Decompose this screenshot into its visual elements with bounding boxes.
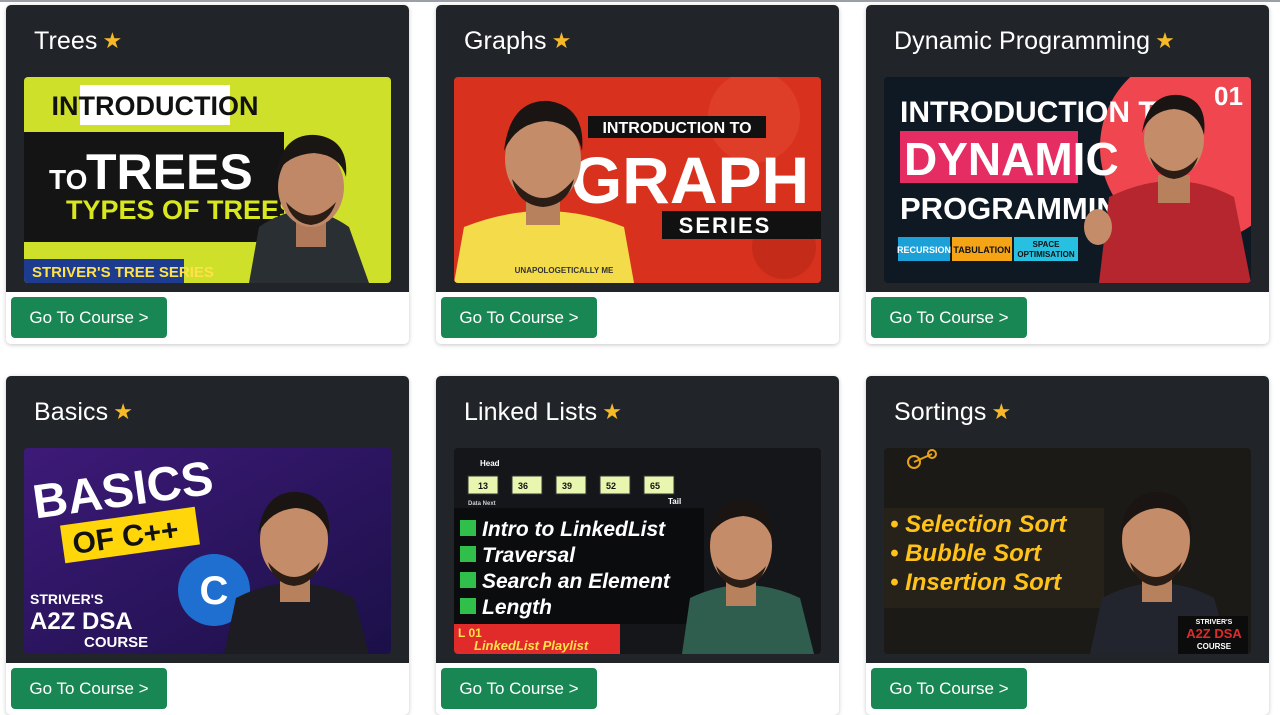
- card-title-text: Graphs: [464, 26, 547, 55]
- thumb-brand1: STRIVER'S: [30, 591, 103, 607]
- thumb-brand2: A2Z DSA: [30, 608, 133, 635]
- course-card-graphs: Graphs ★ INTRODUCTION TO GRAPH SERIES UN…: [436, 5, 839, 344]
- svg-text:65: 65: [650, 481, 660, 491]
- svg-text:Intro to LinkedList: Intro to LinkedList: [482, 518, 666, 541]
- card-footer: Go To Course >: [866, 663, 1269, 715]
- course-thumbnail[interactable]: INTRODUCTION TO TREES TYPES OF TREES STR…: [24, 77, 391, 283]
- card-header: Basics ★ BASICS OF C++ C STRIVER'S A2Z D…: [6, 376, 409, 663]
- card-title-text: Sortings: [894, 397, 987, 426]
- go-to-course-button[interactable]: Go To Course >: [871, 297, 1027, 338]
- course-thumbnail[interactable]: • Selection Sort • Bubble Sort • Inserti…: [884, 448, 1251, 654]
- svg-text:• Bubble Sort: • Bubble Sort: [890, 540, 1042, 567]
- thumb-tag-4: OPTIMISATION: [1017, 250, 1074, 259]
- star-icon: ★: [102, 28, 123, 53]
- card-footer: Go To Course >: [6, 663, 409, 715]
- card-title: Linked Lists ★: [436, 376, 839, 448]
- thumb-line1: INTRODUCTION: [52, 91, 259, 121]
- card-title: Trees ★: [6, 5, 409, 77]
- card-footer: Go To Course >: [436, 292, 839, 344]
- thumb-brand3: COURSE: [1197, 642, 1232, 651]
- course-thumbnail[interactable]: BASICS OF C++ C STRIVER'S A2Z DSA COURSE: [24, 448, 391, 654]
- thumb-brand3: COURSE: [84, 634, 148, 651]
- star-icon: ★: [113, 399, 134, 424]
- course-thumbnail[interactable]: Head 13 36 39 52 65 Data Next Tail Intro…: [454, 448, 821, 654]
- svg-text:Search an Element: Search an Element: [482, 570, 671, 593]
- card-footer: Go To Course >: [6, 292, 409, 344]
- star-icon: ★: [991, 399, 1012, 424]
- card-title: Basics ★: [6, 376, 409, 448]
- thumb-node-caption: Data Next: [468, 501, 496, 507]
- card-title: Graphs ★: [436, 5, 839, 77]
- thumb-brand1: STRIVER'S: [1196, 619, 1233, 626]
- card-header: Dynamic Programming ★ INTRODUCTION TO DY…: [866, 5, 1269, 292]
- card-title: Sortings ★: [866, 376, 1269, 448]
- thumb-episode: 01: [1214, 81, 1243, 111]
- thumb-line1: INTRODUCTION TO: [900, 96, 1179, 129]
- star-icon: ★: [602, 399, 623, 424]
- star-icon: ★: [551, 28, 572, 53]
- card-title-text: Trees: [34, 26, 98, 55]
- svg-text:36: 36: [518, 481, 528, 491]
- course-card-dynamic-programming: Dynamic Programming ★ INTRODUCTION TO DY…: [866, 5, 1269, 344]
- thumb-line2a: TO: [49, 164, 87, 195]
- svg-text:Traversal: Traversal: [482, 544, 576, 567]
- card-header: Trees ★ INTRODUCTION TO TREES TYPES OF T…: [6, 5, 409, 292]
- go-to-course-button[interactable]: Go To Course >: [871, 668, 1027, 709]
- course-card-basics: Basics ★ BASICS OF C++ C STRIVER'S A2Z D…: [6, 376, 409, 715]
- card-title-text: Linked Lists: [464, 397, 598, 426]
- top-divider: [0, 0, 1280, 2]
- thumb-tail: Tail: [668, 497, 681, 506]
- course-card-trees: Trees ★ INTRODUCTION TO TREES TYPES OF T…: [6, 5, 409, 344]
- course-thumbnail[interactable]: INTRODUCTION TO DYNAMIC PROGRAMMING 01 R…: [884, 77, 1251, 283]
- thumb-line2b: TREES: [86, 144, 253, 200]
- card-header: Linked Lists ★ Head 13 36 39 52 65 Data …: [436, 376, 839, 663]
- thumb-line2: GRAPH: [571, 143, 809, 217]
- card-header: Graphs ★ INTRODUCTION TO GRAPH SERIES UN…: [436, 5, 839, 292]
- thumb-head: Head: [480, 459, 500, 468]
- thumb-tag-3: SPACE: [1033, 240, 1061, 249]
- card-footer: Go To Course >: [866, 292, 1269, 344]
- card-footer: Go To Course >: [436, 663, 839, 715]
- go-to-course-button[interactable]: Go To Course >: [441, 297, 597, 338]
- course-card-sortings: Sortings ★ • Selection Sort • Bubble Sor…: [866, 376, 1269, 715]
- card-title-text: Dynamic Programming: [894, 26, 1151, 55]
- svg-text:13: 13: [478, 481, 488, 491]
- go-to-course-button[interactable]: Go To Course >: [441, 668, 597, 709]
- svg-text:39: 39: [562, 481, 572, 491]
- go-to-course-button[interactable]: Go To Course >: [11, 668, 167, 709]
- course-card-linked-lists: Linked Lists ★ Head 13 36 39 52 65 Data …: [436, 376, 839, 715]
- svg-text:• Insertion Sort: • Insertion Sort: [890, 569, 1062, 596]
- thumb-line3: SERIES: [679, 213, 772, 238]
- sort-topic-list: • Selection Sort • Bubble Sort • Inserti…: [890, 511, 1067, 596]
- card-title: Dynamic Programming ★: [866, 5, 1269, 77]
- thumb-tag-1: RECURSION: [897, 245, 951, 255]
- svg-text:Length: Length: [482, 596, 552, 619]
- thumb-tag-2: TABULATION: [953, 245, 1010, 255]
- card-title-text: Basics: [34, 397, 109, 426]
- svg-text:• Selection Sort: • Selection Sort: [890, 511, 1067, 538]
- thumb-ribbon: STRIVER'S TREE SERIES: [32, 264, 214, 281]
- svg-text:52: 52: [606, 481, 616, 491]
- go-to-course-button[interactable]: Go To Course >: [11, 297, 167, 338]
- thumb-line3: TYPES OF TREES: [66, 195, 297, 225]
- thumb-brand2: A2Z DSA: [1186, 626, 1242, 641]
- thumb-playlist: LinkedList Playlist: [474, 638, 589, 653]
- thumb-line1: INTRODUCTION TO: [602, 120, 751, 137]
- thumb-line2: DYNAMIC: [904, 133, 1119, 185]
- star-icon: ★: [1155, 28, 1175, 53]
- course-thumbnail[interactable]: INTRODUCTION TO GRAPH SERIES UNAPOLOGETI…: [454, 77, 821, 283]
- card-header: Sortings ★ • Selection Sort • Bubble Sor…: [866, 376, 1269, 663]
- thumb-shirt: UNAPOLOGETICALLY ME: [515, 266, 614, 275]
- svg-text:C: C: [200, 569, 229, 613]
